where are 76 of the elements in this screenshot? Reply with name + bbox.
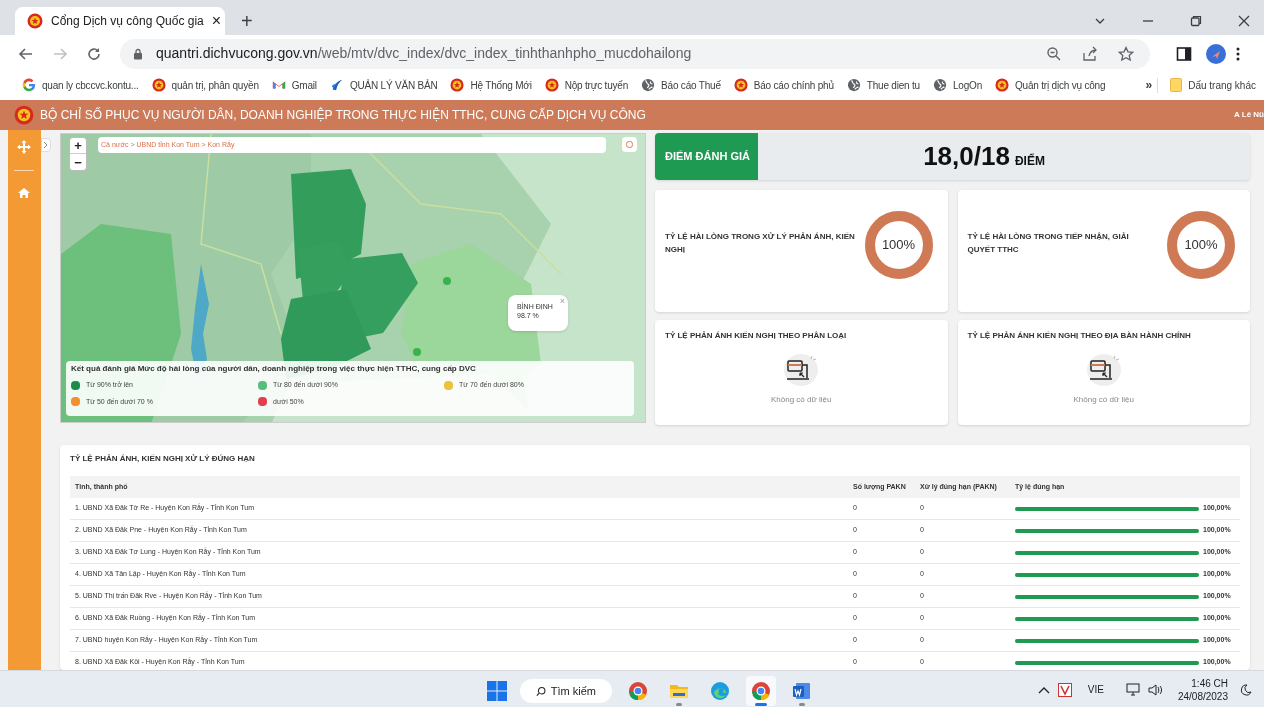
bookmark-item[interactable]: Báo cáo Thuế	[641, 77, 721, 93]
search-field[interactable]: Tìm kiếm	[520, 679, 612, 703]
chevron-up-icon[interactable]	[1037, 685, 1050, 694]
donut-chart	[863, 210, 934, 280]
swirl-icon	[329, 78, 344, 92]
table-title: TỶ LỆ PHẢN ÁNH, KIẾN NGHỊ XỬ LÝ ĐÚNG HẠN	[70, 453, 256, 465]
clock[interactable]: 1:46 CH 24/08/2023	[1177, 676, 1228, 703]
reload-icon[interactable]	[86, 45, 102, 62]
edge-icon	[710, 681, 730, 701]
zoom-out-button[interactable]: −	[70, 154, 86, 170]
bookmark-item[interactable]: Nộp trực tuyến	[544, 77, 629, 93]
empty-data-icon	[782, 353, 820, 387]
language-indicator[interactable]: VIE	[1087, 682, 1104, 697]
speaker-icon[interactable]	[1147, 682, 1162, 697]
back-icon[interactable]	[18, 45, 34, 62]
lock-icon	[132, 47, 144, 60]
bookmark-item[interactable]: quan ly cbccvc.kontu...	[22, 77, 139, 93]
folder-icon	[1170, 78, 1183, 92]
emblem-icon	[995, 78, 1009, 92]
bookmark-item[interactable]: Báo cáo chính phủ	[733, 77, 834, 93]
bookmark-item[interactable]: Quản trị dịch vụ công	[995, 77, 1106, 93]
taskbar-app[interactable]	[746, 676, 776, 706]
tab-title: Cổng Dịch vụ công Quốc gia	[51, 13, 204, 30]
page-title: BỘ CHỈ SỐ PHỤC VỤ NGƯỜI DÂN, DOANH NGHIỆP TRONG THỰC HIỆN TTHC, CUNG CẤP DỊCH VỤ CÔNG	[40, 106, 647, 124]
sidebar-toggle[interactable]	[40, 138, 51, 152]
score-value: 18,0/18	[923, 140, 1010, 173]
zoom-in-button[interactable]: +	[70, 138, 86, 154]
close-icon[interactable]	[1238, 15, 1250, 27]
address-bar[interactable]: quantri.dichvucong.gov.vn/web/mtv/dvc_index/dvc_index_tinhthanhpho_mucdohailong	[120, 38, 1150, 69]
card-title: TỶ LỆ HÀI LÒNG TRONG TIẾP NHẬN, GIẢI QUYẾT TTHC	[967, 231, 1130, 256]
empty-message: Không có dữ liệu	[1072, 394, 1135, 406]
google-icon	[22, 78, 36, 92]
emblem-icon	[733, 78, 748, 92]
emblem-icon	[14, 105, 34, 125]
share-icon[interactable]	[1082, 45, 1098, 62]
score-unit: ĐIỂM	[1014, 152, 1045, 170]
card-title: TỶ LỆ PHẢN ÁNH KIẾN NGHỊ THEO PHÂN LOẠI	[665, 330, 847, 342]
shield-icon[interactable]	[1057, 682, 1072, 697]
card-title: TỶ LỆ HÀI LÒNG TRONG XỬ LÝ PHẢN ÁNH, KIẾN NGHỊ	[665, 231, 855, 256]
chrome-icon	[628, 681, 648, 701]
moon-icon[interactable]	[1240, 683, 1252, 696]
empty-message: Không có dữ liệu	[770, 394, 833, 406]
search-icon	[536, 685, 546, 697]
chevron-right-icon	[42, 141, 49, 149]
bookmark-item[interactable]: Gmail	[271, 77, 317, 93]
bookmark-item[interactable]: QUẢN LÝ VĂN BẢN	[329, 77, 438, 93]
restore-icon[interactable]	[1190, 15, 1202, 27]
score-label: ĐIỂM ĐÁNH GIÁ	[655, 133, 758, 180]
emblem-icon	[151, 78, 166, 92]
browser-tab[interactable]: Cổng Dịch vụ công Quốc gia ×	[15, 7, 225, 35]
word-icon	[792, 681, 812, 701]
chrome-icon	[751, 681, 771, 701]
empty-data-icon	[1084, 353, 1123, 387]
zoom-out-icon[interactable]	[1046, 45, 1062, 62]
card-title: TỶ LỆ PHẢN ÁNH KIẾN NGHỊ THEO ĐỊA BÀN HÀNH CHÍNH	[967, 330, 1191, 342]
donut-value: 100%	[881, 236, 916, 255]
emblem-icon	[27, 13, 43, 29]
bookmark-folder[interactable]: Dấu trang khác	[1157, 77, 1256, 93]
new-tab-button[interactable]: +	[241, 11, 253, 31]
side-panel-icon[interactable]	[1176, 45, 1192, 62]
bookmark-item[interactable]: Hệ Thống Mới	[450, 77, 532, 93]
bookmark-item[interactable]: quản trị, phân quyền	[151, 77, 259, 93]
bookmark-item[interactable]: Thue dien tu	[846, 77, 920, 93]
donut-chart	[1166, 210, 1236, 280]
more-icon[interactable]	[1236, 45, 1240, 62]
url-text: quantri.dichvucong.gov.vn/web/mtv/dvc_index/dvc_index_tinhthanhpho_mucdohailong	[156, 44, 693, 63]
emblem-icon	[450, 78, 465, 92]
star-icon[interactable]	[1118, 45, 1134, 62]
legend-title: Kết quả đánh giá Mức độ hài lòng của người dân, doanh nghiệp trong việc thực hiện TTHC, cung cấp DVC	[71, 363, 477, 375]
tab-close-button[interactable]: ×	[211, 13, 222, 29]
bookmark-item[interactable]: LogOn	[932, 77, 982, 93]
avatar-icon[interactable]	[1206, 43, 1226, 64]
network-icon[interactable]	[1125, 682, 1140, 697]
more-bookmarks-button[interactable]: »	[1145, 76, 1153, 94]
donut-value: 100%	[1184, 236, 1218, 255]
emblem-icon	[544, 78, 559, 92]
